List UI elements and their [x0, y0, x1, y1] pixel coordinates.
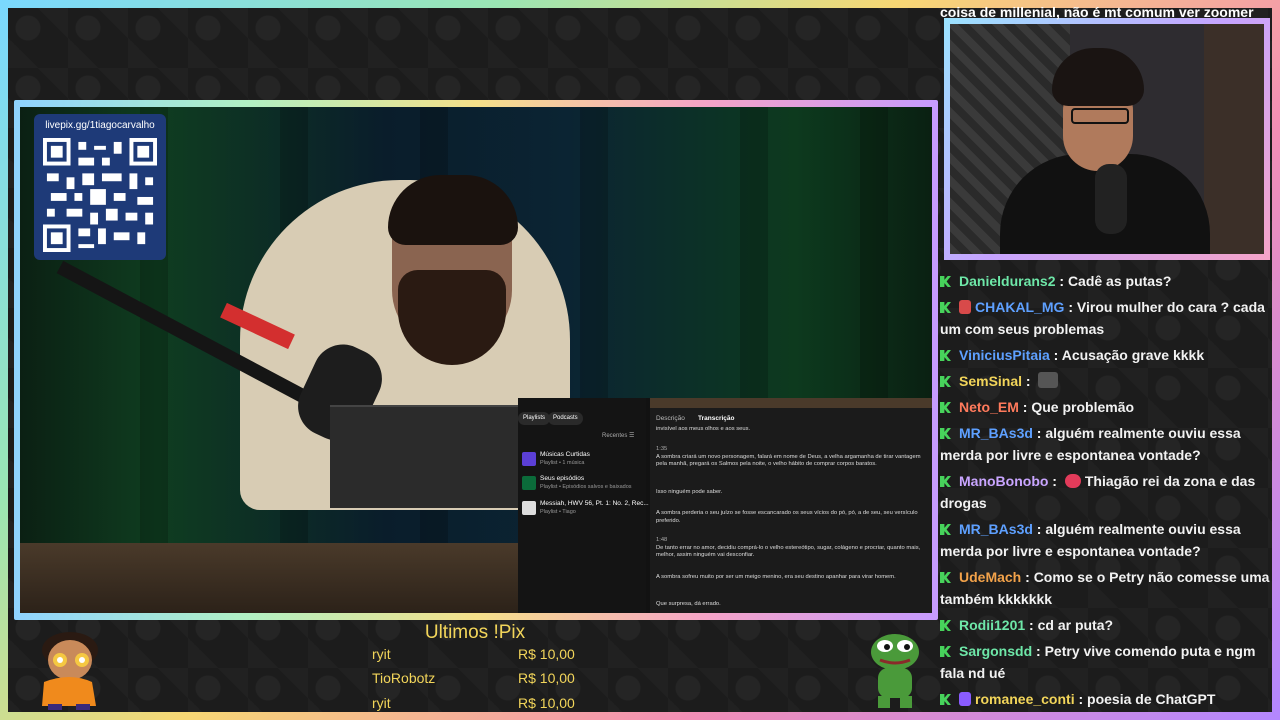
liked-songs-icon: [522, 452, 536, 466]
kick-badge-icon: [940, 276, 951, 287]
transcript-line: A sombra sofreu muito por ser um meigo m…: [656, 574, 896, 580]
transcript-line: 1:48 De tanto errar no amor, decidiu comp…: [656, 537, 921, 558]
sub-badge-icon: [959, 300, 971, 314]
chat-message: SemSinal :: [940, 370, 1270, 392]
sub-badge-icon: [959, 692, 971, 706]
tab-descricao[interactable]: Descrição: [656, 415, 685, 422]
kick-badge-icon: [940, 350, 951, 361]
tab-transcricao[interactable]: Transcrição: [698, 415, 735, 422]
chat-message: MR_BAs3d : alguém realmente ouviu essa m…: [940, 425, 1241, 463]
chip-podcasts[interactable]: Podcasts: [548, 412, 583, 425]
pix-title: Ultimos !Pix: [424, 622, 526, 643]
kick-badge-icon: [940, 694, 951, 705]
chat-partial-message: coisa de millenial, não é mt comum ver z…: [940, 4, 1254, 20]
kick-badge-icon: [940, 476, 951, 487]
kick-badge-icon: [940, 428, 951, 439]
chat-message: Sargonsdd : Petry vive comendo puta e ng…: [940, 643, 1256, 681]
webcam-microphone: [1095, 164, 1127, 234]
transcript-line: Isso ninguém pode saber.: [656, 489, 723, 495]
chat-message: CHAKAL_MG : Virou mulher do cara ? cada …: [940, 299, 1265, 337]
webcam-feed: [950, 24, 1264, 254]
kick-badge-icon: [940, 646, 951, 657]
spotify-window[interactable]: Playlists Podcasts Recentes ☰ Músicas Cu…: [518, 398, 932, 613]
chat-message: UdeMach : Como se o Petry não comesse um…: [940, 569, 1270, 607]
kick-badge-icon: [940, 524, 951, 535]
transcript-line: A sombra perderia o seu juízo se fosse e…: [656, 510, 918, 524]
pix-row: TioRobotz R$ 10,00: [372, 670, 575, 686]
kick-badge-icon: [940, 402, 951, 413]
qr-code-icon: [43, 138, 157, 252]
transcript-line: Que surpresa, dá errado.: [656, 601, 721, 607]
transcript-line: invisível aos meus olhos e aos seus.: [656, 426, 751, 432]
emote-icon: [1038, 372, 1059, 388]
chat-message: ManoBonobo : Thiagão rei da zona e das d…: [940, 473, 1256, 511]
library-item[interactable]: Seus episódios Playlist • Episódios salv…: [522, 474, 646, 498]
chat-message: Rodii1201 : cd ar puta?: [940, 614, 1270, 636]
chat-message: romanee_conti : poesia de ChatGPT: [940, 688, 1270, 710]
chat-message: MR_BAs3d : alguém realmente ouviu essa m…: [940, 521, 1241, 559]
library-item[interactable]: Messiah, HWV 56, Pt. 1: No. 2, Rec... Pl…: [522, 499, 649, 523]
chat-message: Neto_EM : Que problemão: [940, 396, 1270, 418]
spotify-header: [650, 398, 932, 408]
recent-sort[interactable]: Recentes ☰: [602, 432, 634, 439]
mascot-character-icon: [42, 632, 98, 710]
chip-playlists[interactable]: Playlists: [518, 412, 551, 425]
bookshelf: [1204, 24, 1264, 254]
pix-row: ryit R$ 10,00: [372, 695, 575, 711]
kick-badge-icon: [940, 376, 951, 387]
transcript-line: 1:35 A sombra criará um novo personagem, …: [656, 446, 921, 467]
livepix-qr-card[interactable]: livepix.gg/1tiagocarvalho: [34, 114, 166, 260]
kick-badge-icon: [940, 620, 951, 631]
pepe-frog-icon: [871, 634, 919, 708]
library-item[interactable]: Músicas Curtidas Playlist • 1 música: [522, 450, 646, 474]
glasses: [1071, 108, 1129, 124]
album-thumbnail: [522, 501, 536, 515]
pix-row: ryit R$ 10,00: [372, 646, 575, 662]
emote-icon: [1064, 474, 1081, 488]
chat-message: Danieldurans2 : Cadê as putas?: [940, 270, 1270, 292]
laptop: [330, 405, 530, 508]
chat-message: ViniciusPitaia : Acusação grave kkkk: [940, 344, 1270, 366]
kick-badge-icon: [940, 302, 951, 313]
episodes-icon: [522, 476, 536, 490]
qr-url: livepix.gg/1tiagocarvalho: [45, 120, 155, 131]
kick-badge-icon: [940, 572, 951, 583]
